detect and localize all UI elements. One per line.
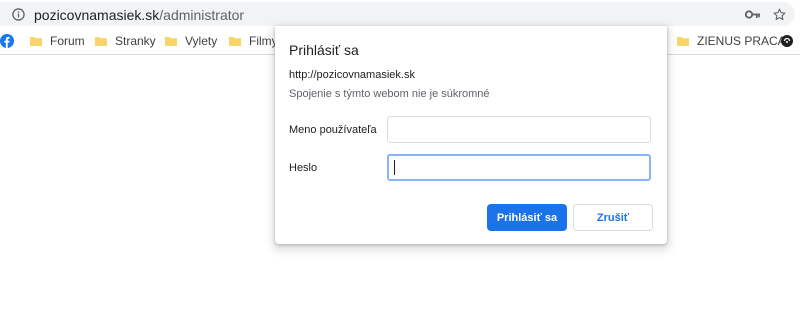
bookmark-forum[interactable]: Forum	[30, 33, 85, 49]
facebook-icon[interactable]	[0, 34, 14, 48]
dialog-origin: http://pozicovnamasiek.sk	[289, 69, 415, 81]
url-path: /administrator	[159, 7, 245, 23]
sign-in-button[interactable]: Prihlásiť sa	[487, 204, 567, 231]
password-field[interactable]	[387, 154, 651, 181]
site-favicon-icon[interactable]	[781, 35, 793, 47]
password-label: Heslo	[289, 162, 318, 174]
folder-icon	[677, 37, 689, 46]
bookmark-filmy[interactable]: Filmy	[229, 33, 278, 49]
sign-in-dialog: Prihlásiť sa http://pozicovnamasiek.sk S…	[275, 26, 667, 244]
address-bar: pozicovnamasiek.sk/administrator	[0, 0, 800, 27]
bookmark-label: Vylety	[185, 34, 218, 48]
folder-icon	[165, 37, 177, 46]
info-icon[interactable]	[12, 8, 25, 21]
star-icon[interactable]	[772, 7, 787, 22]
folder-icon	[95, 37, 107, 46]
url-domain: pozicovnamasiek.sk	[34, 7, 160, 23]
omnibox[interactable]: pozicovnamasiek.sk/administrator	[0, 2, 795, 26]
bookmark-label: Filmy	[249, 34, 278, 48]
bookmark-vylety[interactable]: Vylety	[165, 33, 217, 49]
text-cursor	[394, 160, 395, 175]
bookmark-label: ZIENUS PRACA	[697, 34, 786, 48]
url-text[interactable]: pozicovnamasiek.sk/administrator	[34, 7, 244, 23]
bookmark-label: Stranky	[115, 34, 156, 48]
cancel-button[interactable]: Zrušiť	[573, 204, 653, 231]
folder-icon	[229, 37, 241, 46]
username-label: Meno používateľa	[289, 124, 377, 136]
dialog-title: Prihlásiť sa	[289, 42, 359, 58]
bookmark-stranky[interactable]: Stranky	[95, 33, 156, 49]
username-field[interactable]	[387, 116, 651, 143]
connection-warning: Spojenie s týmto webom nie je súkromné	[289, 88, 490, 100]
key-icon[interactable]	[745, 9, 760, 20]
folder-icon	[30, 37, 42, 46]
bookmark-label: Forum	[50, 34, 85, 48]
bookmark-zienus-praca[interactable]: ZIENUS PRACA	[677, 33, 786, 49]
